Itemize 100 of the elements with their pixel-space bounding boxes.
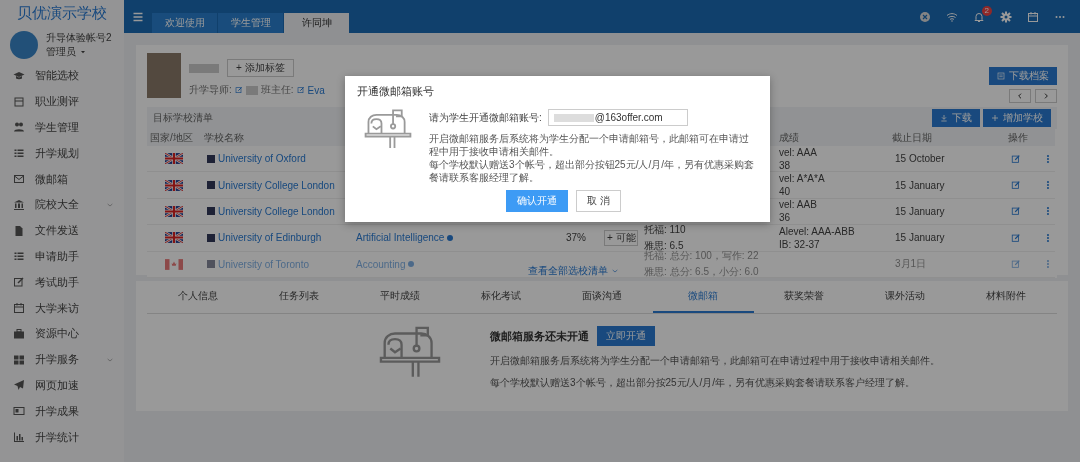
- dialog-note: 开启微邮箱服务后系统将为学生分配一个申请邮箱号，此邮箱可在申请过程中用于接收申请相关邮件。: [429, 132, 750, 158]
- detail-tab[interactable]: 微邮箱: [652, 281, 754, 313]
- edit-icon: [13, 276, 25, 289]
- edit-icon: [1011, 206, 1021, 217]
- sidebar-item[interactable]: 申请助手: [0, 243, 124, 270]
- bell-icon: [973, 10, 985, 23]
- document-icon: [997, 72, 1005, 80]
- dot-icon: [447, 234, 454, 241]
- sidebar-item[interactable]: 网页加速: [0, 372, 124, 399]
- sidebar-item[interactable]: 院校大全: [0, 192, 124, 218]
- sidebar-item[interactable]: 微邮箱: [0, 166, 124, 192]
- brand-name: 贝优演示学校: [16, 3, 108, 23]
- detail-tab[interactable]: 材料附件: [955, 281, 1057, 313]
- sidebar-item[interactable]: 升学成果: [0, 398, 124, 425]
- list-icon: [13, 250, 25, 263]
- detail-tab[interactable]: 获奖荣誉: [753, 281, 855, 313]
- edit-icon: [1011, 180, 1021, 191]
- detail-tab[interactable]: 课外活动: [854, 281, 956, 313]
- edit-icon: [1011, 153, 1021, 164]
- notification-badge: 2: [981, 5, 992, 16]
- school-link[interactable]: University College London: [218, 179, 335, 191]
- detail-tab[interactable]: 平时成绩: [349, 281, 451, 313]
- calendar-icon: [13, 302, 25, 315]
- wifi-icon: [946, 10, 958, 23]
- chevron-right-icon: [1042, 92, 1050, 100]
- teacher-link[interactable]: Eva: [307, 84, 325, 96]
- add-tag-button[interactable]: + 添加标签: [227, 59, 294, 77]
- avatar: [10, 31, 38, 59]
- grade-requirement: IB: 32-37: [779, 238, 821, 250]
- school-link[interactable]: University of Oxford: [218, 153, 306, 165]
- detail-tab[interactable]: 个人信息: [147, 281, 249, 313]
- edit-icon: [234, 86, 243, 94]
- sidebar-item[interactable]: 考试助手: [0, 269, 124, 296]
- chance-tag[interactable]: + 可能: [604, 229, 638, 246]
- blurred-name: [189, 63, 219, 73]
- school-link[interactable]: University of Edinburgh: [218, 232, 322, 244]
- edit-icon: [296, 86, 305, 94]
- download-icon: [940, 114, 948, 122]
- detail-tab[interactable]: 面谈沟通: [551, 281, 653, 313]
- email-field[interactable]: @163offer.com: [547, 109, 688, 126]
- sidebar-item[interactable]: 大学来访: [0, 295, 124, 321]
- download-button[interactable]: 下载: [932, 109, 980, 127]
- dialog-title: 开通微邮箱账号: [357, 84, 435, 99]
- people-icon: [13, 121, 25, 134]
- sidebar-item[interactable]: 智能选校: [0, 63, 124, 89]
- detail-tab[interactable]: 标化考试: [450, 281, 552, 313]
- edit-icon: [1011, 232, 1021, 243]
- bank-icon: [13, 198, 25, 211]
- sidebar-item[interactable]: 升学服务: [0, 346, 124, 373]
- previous-button[interactable]: [1009, 89, 1031, 103]
- mailbox-heading: 微邮箱服务还未开通: [490, 328, 589, 344]
- top-tab[interactable]: 许同坤: [284, 13, 350, 33]
- language-score: 托福: 110: [644, 222, 687, 237]
- user-role[interactable]: 管理员: [46, 45, 76, 59]
- deadline-text: 15 October: [895, 153, 946, 165]
- chevron-left-icon: [1016, 92, 1024, 100]
- close-icon: [919, 10, 931, 23]
- top-tab[interactable]: 学生管理: [218, 13, 284, 33]
- activate-button[interactable]: 立即开通: [597, 326, 655, 346]
- grade-requirement: 40: [779, 186, 792, 198]
- column-header: 操作: [1008, 130, 1028, 145]
- bar-chart-icon: [13, 431, 25, 444]
- detail-tab[interactable]: 任务列表: [248, 281, 350, 313]
- sidebar-item[interactable]: 学生管理: [0, 114, 124, 141]
- deadline-text: 15 January: [895, 205, 946, 217]
- confirm-button[interactable]: 确认开通: [506, 190, 569, 212]
- list-icon: [13, 147, 25, 160]
- sidebar-item[interactable]: 升学规划: [0, 140, 124, 167]
- chevron-down-icon: [611, 267, 619, 275]
- sidebar-item[interactable]: 职业测评: [0, 88, 124, 115]
- sidebar-item[interactable]: 升学统计: [0, 424, 124, 450]
- sidebar-item[interactable]: 资源中心: [0, 320, 124, 347]
- dialog-note: 每个学校默认赠送3个帐号，超出部分按钮25元/人/月/年，另有优惠采购套餐请联系客服经理了解。: [429, 158, 756, 184]
- caret-down-icon: [79, 48, 87, 56]
- form-icon: [13, 95, 25, 108]
- briefcase-icon: [13, 327, 25, 340]
- column-header: 学校名称: [204, 130, 244, 145]
- plus-icon: [991, 114, 999, 122]
- grid-icon: [13, 353, 25, 366]
- files-icon: [13, 224, 25, 237]
- grade-requirement: 36: [779, 212, 792, 224]
- download-profile-button[interactable]: 下载档案: [989, 67, 1057, 85]
- view-all-link[interactable]: 查看全部选校清单: [528, 264, 608, 278]
- school-link[interactable]: University College London: [218, 205, 335, 217]
- add-school-button[interactable]: 增加学校: [983, 109, 1051, 127]
- deadline-text: 15 January: [895, 232, 946, 244]
- next-button[interactable]: [1035, 89, 1057, 103]
- sidebar-item[interactable]: 文件发送: [0, 217, 124, 244]
- mail-icon: [13, 173, 25, 186]
- top-tab[interactable]: 欢迎使用: [152, 13, 218, 33]
- advisor-label: 升学导师:: [189, 83, 232, 97]
- teacher-label: 班主任:: [260, 83, 294, 97]
- graduation-cap-icon: [13, 69, 25, 82]
- paper-plane-icon: [13, 379, 25, 392]
- settings-icon: [1000, 10, 1012, 23]
- grade-requirement: 38: [779, 159, 792, 171]
- cancel-button[interactable]: 取 消: [576, 190, 621, 212]
- grade-requirement: Alevel: AAA-ABB: [779, 225, 856, 237]
- photo-placeholder: [147, 53, 181, 98]
- user-name: 升导体验帐号2: [46, 31, 112, 45]
